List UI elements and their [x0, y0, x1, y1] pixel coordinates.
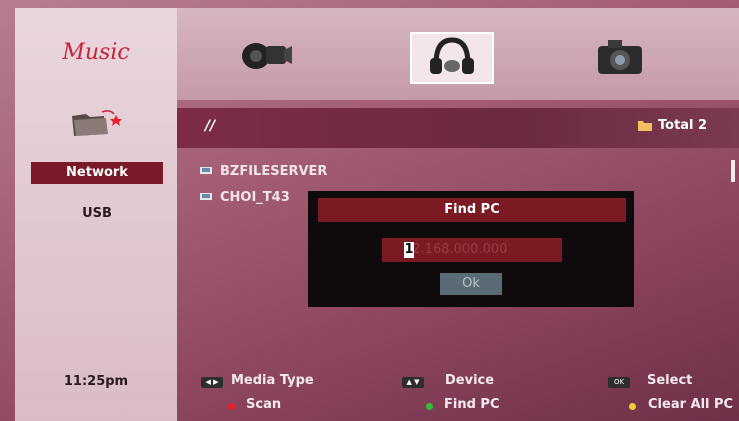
clock: 11:25pm — [63, 374, 129, 389]
total-count: Total 2 — [658, 118, 708, 133]
scrollbar[interactable] — [731, 160, 735, 182]
sidebar-item-network[interactable]: Network — [31, 162, 163, 184]
headphones-icon — [430, 37, 474, 74]
breadcrumb: // — [205, 118, 216, 134]
hint-find-pc[interactable]: Find PC — [444, 397, 500, 412]
left-right-key-icon: ◀ ▶ — [201, 377, 223, 388]
list-item[interactable]: BZFILESERVER — [200, 164, 327, 182]
yellow-button-icon — [629, 403, 636, 410]
hint-media-type: Media Type — [231, 373, 314, 388]
ok-button[interactable]: Ok — [440, 273, 502, 295]
ip-value: 92.168.000.000 — [404, 242, 508, 257]
photo-camera-icon[interactable] — [592, 34, 648, 78]
sidebar-item-usb[interactable]: USB — [31, 203, 163, 225]
folder-icon — [638, 121, 652, 131]
list-item-label: CHOI_T43 — [220, 190, 290, 205]
up-down-key-icon: ▲ ▼ — [402, 377, 424, 388]
screen: Music Network USB 11:25pm // Total 2 BZF… — [0, 0, 739, 421]
page-title: Music — [62, 40, 130, 65]
hint-device: Device — [445, 373, 495, 388]
text-cursor: 1 — [404, 242, 414, 258]
ok-key-icon: OK — [608, 377, 630, 388]
red-button-icon — [228, 403, 235, 410]
computer-icon — [200, 193, 212, 200]
computer-icon — [200, 167, 212, 174]
green-button-icon — [426, 403, 433, 410]
dialog-title: Find PC — [318, 198, 626, 222]
path-bar — [177, 108, 739, 148]
hint-clear-all-pc[interactable]: Clear All PC — [648, 397, 733, 412]
folder-icon — [72, 110, 122, 136]
film-camera-icon[interactable] — [238, 34, 294, 78]
hint-select: Select — [647, 373, 693, 388]
list-item[interactable]: CHOI_T43 — [200, 190, 290, 208]
hint-scan[interactable]: Scan — [246, 397, 281, 412]
list-item-label: BZFILESERVER — [220, 164, 328, 179]
